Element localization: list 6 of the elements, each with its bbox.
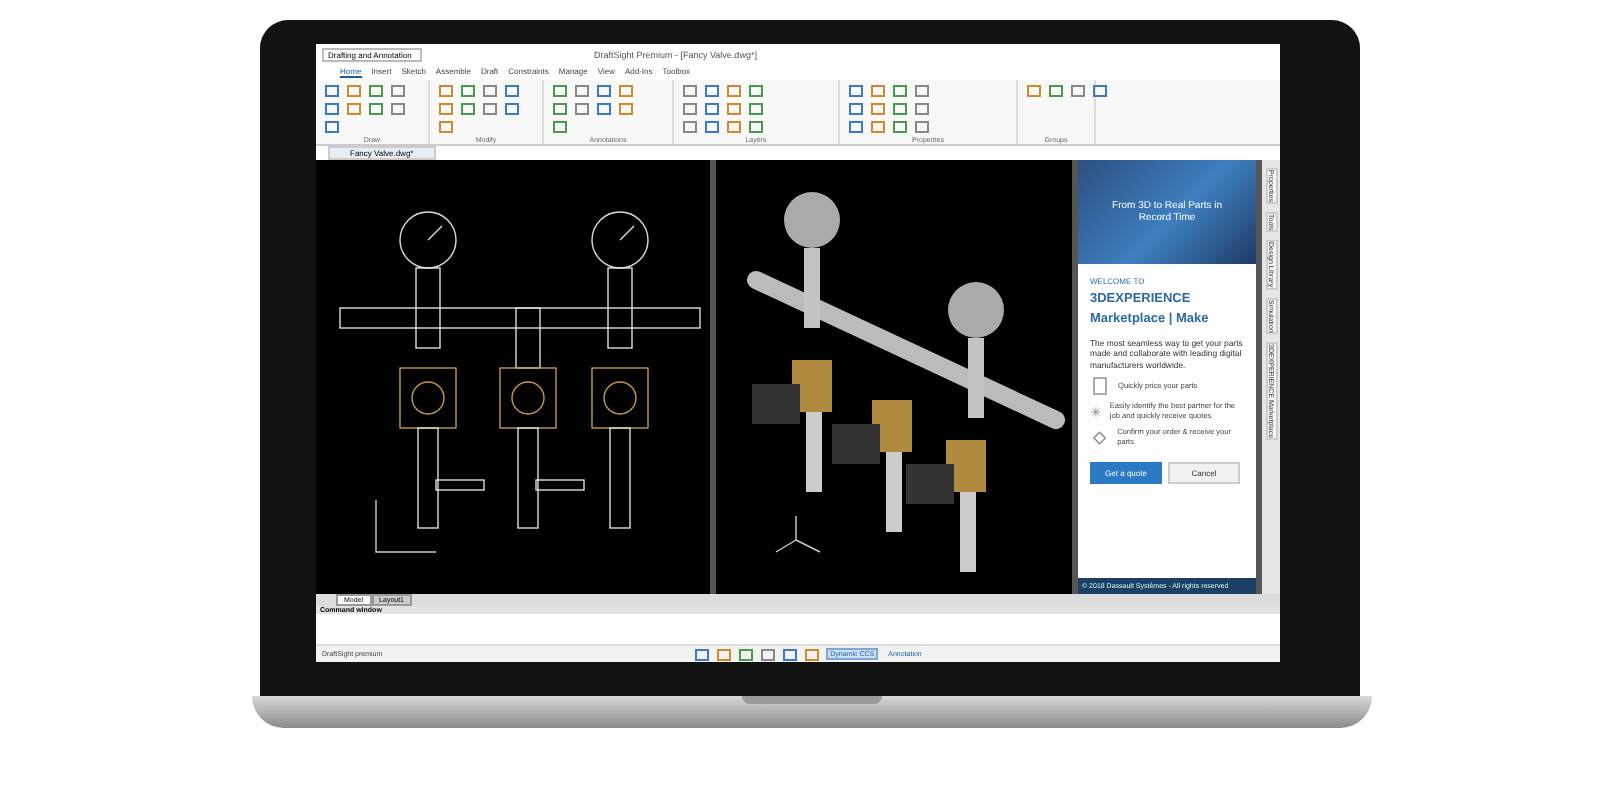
price-icon (1090, 376, 1110, 397)
laptop-notch (742, 696, 882, 704)
drawing-viewport[interactable] (716, 160, 1072, 594)
partner-icon (1090, 402, 1102, 423)
drawing-viewport[interactable] (316, 160, 710, 594)
order-icon (1090, 428, 1110, 449)
